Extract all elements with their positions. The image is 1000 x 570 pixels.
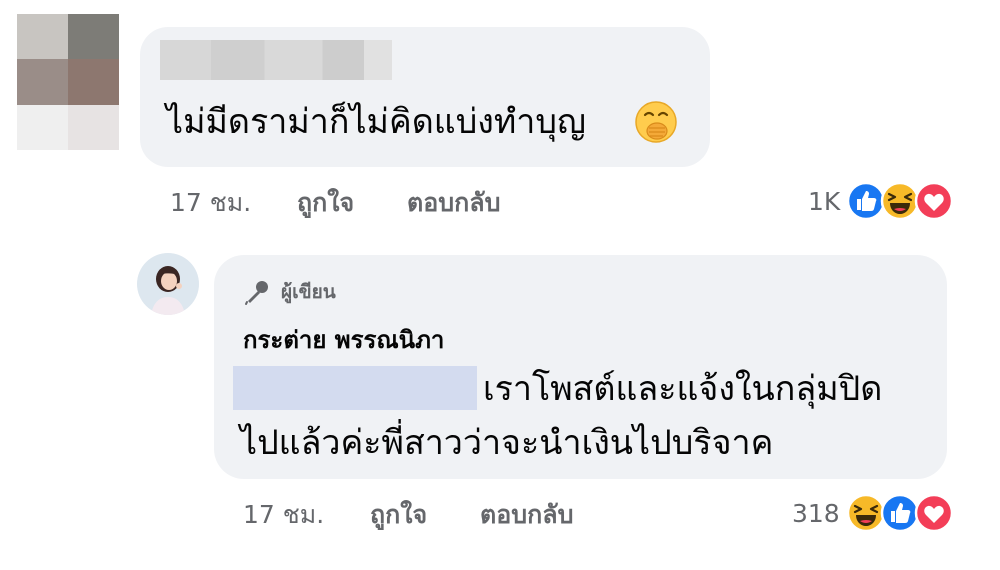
- reply-text-line-2: ไปแล้วค่ะพี่สาวว่าจะนำเงินไปบริจาค: [240, 423, 774, 463]
- comment-text: ไม่มีดราม่าก็ไม่คิดแบ่งทำบุญ: [166, 102, 586, 142]
- reply-like-link[interactable]: ถูกใจ: [370, 495, 480, 535]
- author-avatar[interactable]: [137, 253, 199, 315]
- comment-reply-link[interactable]: ตอบกลับ: [407, 183, 500, 223]
- comment-reactions[interactable]: 1K: [808, 180, 954, 222]
- comment-thread: ไม่มีดราม่าก็ไม่คิดแบ่งทำบุญ 17 ชม. ถูกใ…: [0, 0, 1000, 570]
- reply-timestamp[interactable]: 17 ชม.: [243, 495, 370, 535]
- reply-author-name[interactable]: กระต่าย พรรณนิภา: [243, 320, 444, 359]
- comment-timestamp[interactable]: 17 ชม.: [170, 183, 297, 223]
- reaction-count: 318: [792, 498, 840, 528]
- love-reaction-icon: [915, 181, 954, 221]
- commenter-avatar-blurred[interactable]: [17, 14, 119, 150]
- reply-reactions[interactable]: 318: [792, 492, 954, 534]
- mentioned-user-redacted[interactable]: [233, 366, 477, 410]
- microphone-icon: [245, 281, 268, 305]
- reply-reply-link[interactable]: ตอบกลับ: [480, 495, 573, 535]
- commenter-name-redacted[interactable]: [160, 40, 392, 80]
- reply-text-line-1: เราโพสต์และแจ้งในกลุ่มปิด: [483, 369, 883, 409]
- reaction-count: 1K: [808, 186, 841, 216]
- comment-meta: 17 ชม. ถูกใจ ตอบกลับ: [170, 183, 500, 223]
- face-with-hand-over-mouth-icon: [635, 101, 677, 143]
- comment-like-link[interactable]: ถูกใจ: [297, 183, 407, 223]
- reply-meta: 17 ชม. ถูกใจ ตอบกลับ: [243, 495, 573, 535]
- love-reaction-icon: [914, 493, 953, 533]
- author-badge: ผู้เขียน: [243, 275, 336, 309]
- author-badge-label: ผู้เขียน: [281, 281, 336, 303]
